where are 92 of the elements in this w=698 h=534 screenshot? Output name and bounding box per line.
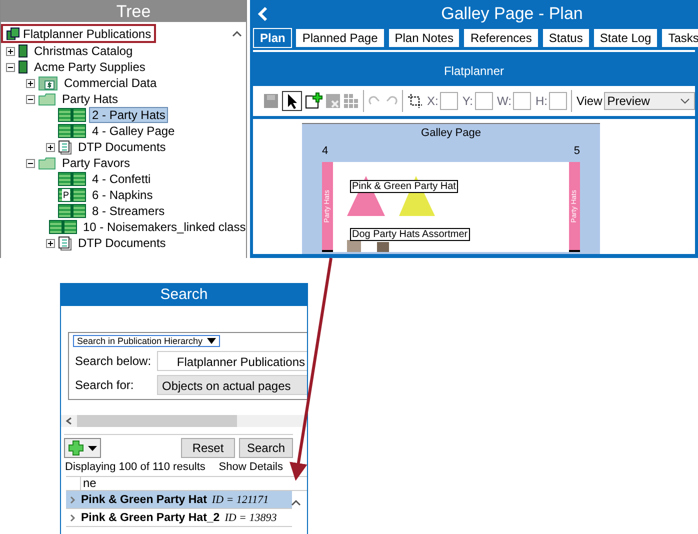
expand-toggle[interactable] [6, 46, 15, 56]
expand-icon [70, 514, 76, 522]
column-header: ne [82, 477, 96, 490]
search-below-field[interactable]: Flatplanner Publications [157, 351, 307, 371]
result-row[interactable]: Pink & Green Party Hat_2 ID = 13893 [66, 509, 292, 527]
tab[interactable]: Plan Notes [388, 28, 460, 48]
expand-toggle[interactable] [26, 158, 35, 168]
page-spread-icon: P [58, 188, 86, 202]
section-header: Flatplanner [442, 63, 506, 80]
tree-item[interactable]: DTP Documents [75, 235, 169, 251]
result-row[interactable]: Pink & Green Party Hat ID = 121171 [66, 491, 292, 509]
expand-toggle[interactable] [46, 142, 55, 152]
page-number: 5 [574, 145, 580, 157]
result-id: ID = 13893 [224, 512, 277, 524]
coordinate-field[interactable] [513, 92, 532, 110]
caret-icon [88, 446, 97, 450]
search-for-dropdown[interactable]: Objects on actual pages [157, 375, 307, 395]
plus-icon [68, 440, 84, 456]
add-button[interactable] [64, 438, 101, 458]
coordinate-label: H: [535, 94, 548, 108]
coordinate-label: X: [426, 94, 438, 108]
expand-toggle[interactable] [6, 62, 15, 72]
pointer-icon[interactable] [282, 91, 302, 111]
books-icon [6, 27, 20, 40]
horizontal-scrollbar[interactable] [61, 415, 307, 427]
field-label: Search for: [75, 378, 135, 392]
coordinate-label: Y: [462, 94, 473, 108]
field-label: Search below: [75, 354, 151, 368]
tree-item[interactable]: 4 - Galley Page [89, 123, 178, 139]
view-dropdown[interactable]: Preview [604, 92, 695, 110]
result-count: Displaying 100 of 110 results [65, 461, 206, 473]
window-title: Galley Page - Plan [440, 4, 584, 24]
scroll-up-icon[interactable] [291, 499, 301, 507]
tree-item[interactable]: Party Favors [59, 155, 134, 171]
spread-title: Galley Page [420, 127, 482, 139]
page-spread-icon [49, 220, 77, 234]
expand-toggle[interactable] [46, 238, 55, 248]
caret-icon [206, 338, 216, 344]
book-icon [18, 44, 28, 58]
save-icon[interactable] [263, 93, 279, 109]
tree-item[interactable]: 4 - Confetti [89, 171, 154, 187]
tab[interactable]: Planned Page [295, 28, 385, 48]
back-icon[interactable] [257, 6, 269, 22]
scope-dropdown[interactable]: Search in Publication Hierarchy [73, 335, 220, 347]
coordinate-field[interactable] [549, 92, 568, 110]
crop-icon[interactable] [406, 93, 423, 109]
folder-icon [38, 75, 58, 91]
tree-item[interactable]: Party Hats [59, 91, 122, 107]
panel-title: Search [61, 284, 307, 306]
expand-toggle[interactable] [26, 94, 35, 104]
expand-toggle[interactable] [26, 78, 35, 88]
folder-icon [38, 156, 56, 170]
view-label: View [576, 94, 602, 108]
tab[interactable]: Status [542, 28, 590, 48]
result-id: ID = 121171 [212, 494, 269, 506]
folder-icon [38, 92, 56, 106]
scroll-left-icon[interactable] [65, 417, 73, 425]
show-details-link[interactable]: Show Details [218, 461, 283, 473]
page-spread-icon [58, 204, 86, 218]
object-label[interactable]: Pink & Green Party Hat [350, 180, 458, 193]
object-label[interactable]: Dog Party Hats Assortmer [350, 228, 470, 241]
tree-item[interactable]: 2 - Party Hats [89, 107, 168, 123]
result-name: Pink & Green Party Hat [81, 494, 207, 506]
tree-item[interactable]: 6 - Napkins [89, 187, 156, 203]
tree-root-item[interactable]: Flatplanner Publications [1, 24, 156, 43]
coordinate-field[interactable] [475, 92, 493, 110]
search-action-button[interactable]: Search [239, 438, 293, 458]
tab[interactable]: References [463, 28, 539, 48]
page-spread-icon [58, 124, 86, 138]
book-icon [18, 60, 28, 74]
add-frame-icon[interactable] [305, 92, 323, 110]
page-spread-icon [58, 172, 86, 186]
coordinate-label: W: [497, 94, 512, 108]
coordinate-field[interactable] [440, 92, 458, 110]
document-icon [58, 236, 72, 250]
document-icon [58, 140, 72, 154]
tree-item[interactable]: Acme Party Supplies [31, 59, 148, 75]
tree-item[interactable]: DTP Documents [75, 139, 169, 155]
tab[interactable]: State Log [592, 28, 658, 48]
tree-item[interactable]: Commercial Data [61, 75, 160, 91]
search-action-button[interactable]: Reset [181, 438, 235, 458]
page-spread-icon [58, 108, 86, 122]
tab[interactable]: Plan [253, 28, 292, 48]
page-number: 4 [322, 145, 328, 157]
result-name: Pink & Green Party Hat_2 [81, 512, 220, 524]
tree-item[interactable]: 8 - Streamers [89, 203, 168, 219]
scroll-up-icon[interactable] [232, 30, 242, 38]
tree-item[interactable]: 10 - Noisemakers_linked class [80, 219, 246, 235]
tree-item[interactable]: Christmas Catalog [31, 43, 136, 59]
panel-title: Tree [1, 0, 246, 22]
caret-icon [680, 98, 690, 104]
expand-icon [70, 496, 76, 504]
